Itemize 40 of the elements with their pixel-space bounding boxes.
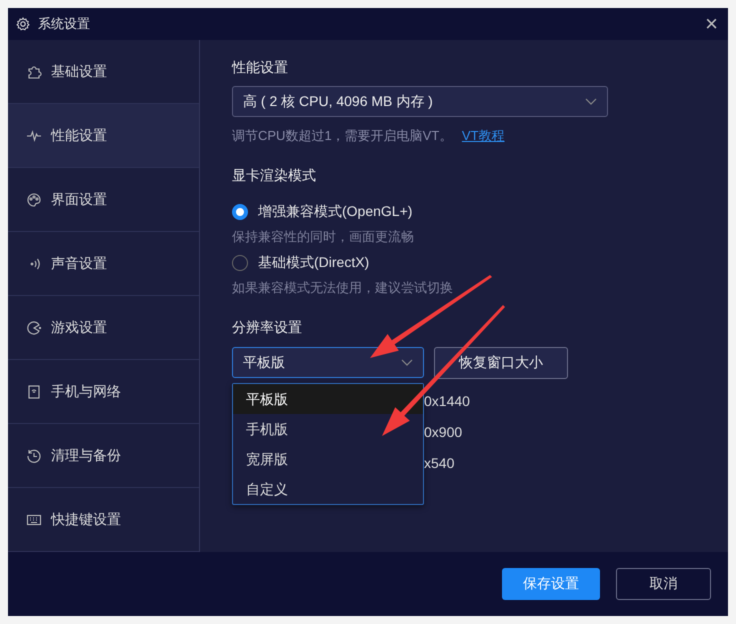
dropdown-option[interactable]: 平板版 <box>233 384 423 414</box>
pulse-icon <box>26 128 42 144</box>
window-title: 系统设置 <box>38 15 91 33</box>
dropdown-option[interactable]: 手机版 <box>233 414 423 444</box>
sidebar-item[interactable]: 手机与网络 <box>8 360 199 424</box>
close-button[interactable]: × <box>703 13 720 35</box>
settings-icon <box>16 17 30 31</box>
hint-text: 调节CPU数超过1，需要开启电脑VT。 VT教程 <box>232 127 506 145</box>
sidebar-item[interactable]: 游戏设置 <box>8 296 199 360</box>
resolution-select[interactable]: 平板版 <box>232 347 424 378</box>
sidebar-item[interactable]: 性能设置 <box>8 104 199 168</box>
cancel-button[interactable]: 取消 <box>616 568 711 600</box>
save-button[interactable]: 保存设置 <box>502 568 600 600</box>
history-icon <box>26 448 42 464</box>
section-heading: 显卡渲染模式 <box>232 167 317 185</box>
pacman-icon <box>26 320 42 336</box>
hint-text: 如果兼容模式无法使用，建议尝试切换 <box>232 279 454 297</box>
dropdown-option[interactable]: 自定义 <box>233 474 423 504</box>
resolution-option[interactable]: 0x1440 <box>424 393 470 424</box>
radio-button[interactable] <box>232 255 248 271</box>
sidebar-item[interactable]: 清理与备份 <box>8 424 199 488</box>
hint-text: 保持兼容性的同时，画面更流畅 <box>232 228 415 246</box>
radio-button[interactable] <box>232 204 248 220</box>
tutorial-link[interactable]: VT教程 <box>462 128 505 143</box>
resolution-option[interactable]: 0x900 <box>424 424 470 455</box>
phone-icon <box>26 384 42 400</box>
section-heading: 性能设置 <box>232 59 289 77</box>
resolution-option[interactable]: x540 <box>424 455 470 486</box>
performance-select[interactable]: 高 ( 2 核 CPU, 4096 MB 内存 ) <box>232 86 608 117</box>
palette-icon <box>26 192 42 208</box>
sidebar-item[interactable]: 声音设置 <box>8 232 199 296</box>
radio-option[interactable]: 基础模式(DirectX) <box>232 254 696 272</box>
radio-option[interactable]: 增强兼容模式(OpenGL+) <box>232 203 696 221</box>
caret-icon <box>585 98 597 106</box>
restore-size-button[interactable]: 恢复窗口大小 <box>434 347 568 379</box>
caret-icon <box>401 358 413 366</box>
section-heading: 分辨率设置 <box>232 319 303 337</box>
puzzle-icon <box>26 64 42 80</box>
dropdown-option[interactable]: 宽屏版 <box>233 444 423 474</box>
sidebar-item[interactable]: 界面设置 <box>8 168 199 232</box>
